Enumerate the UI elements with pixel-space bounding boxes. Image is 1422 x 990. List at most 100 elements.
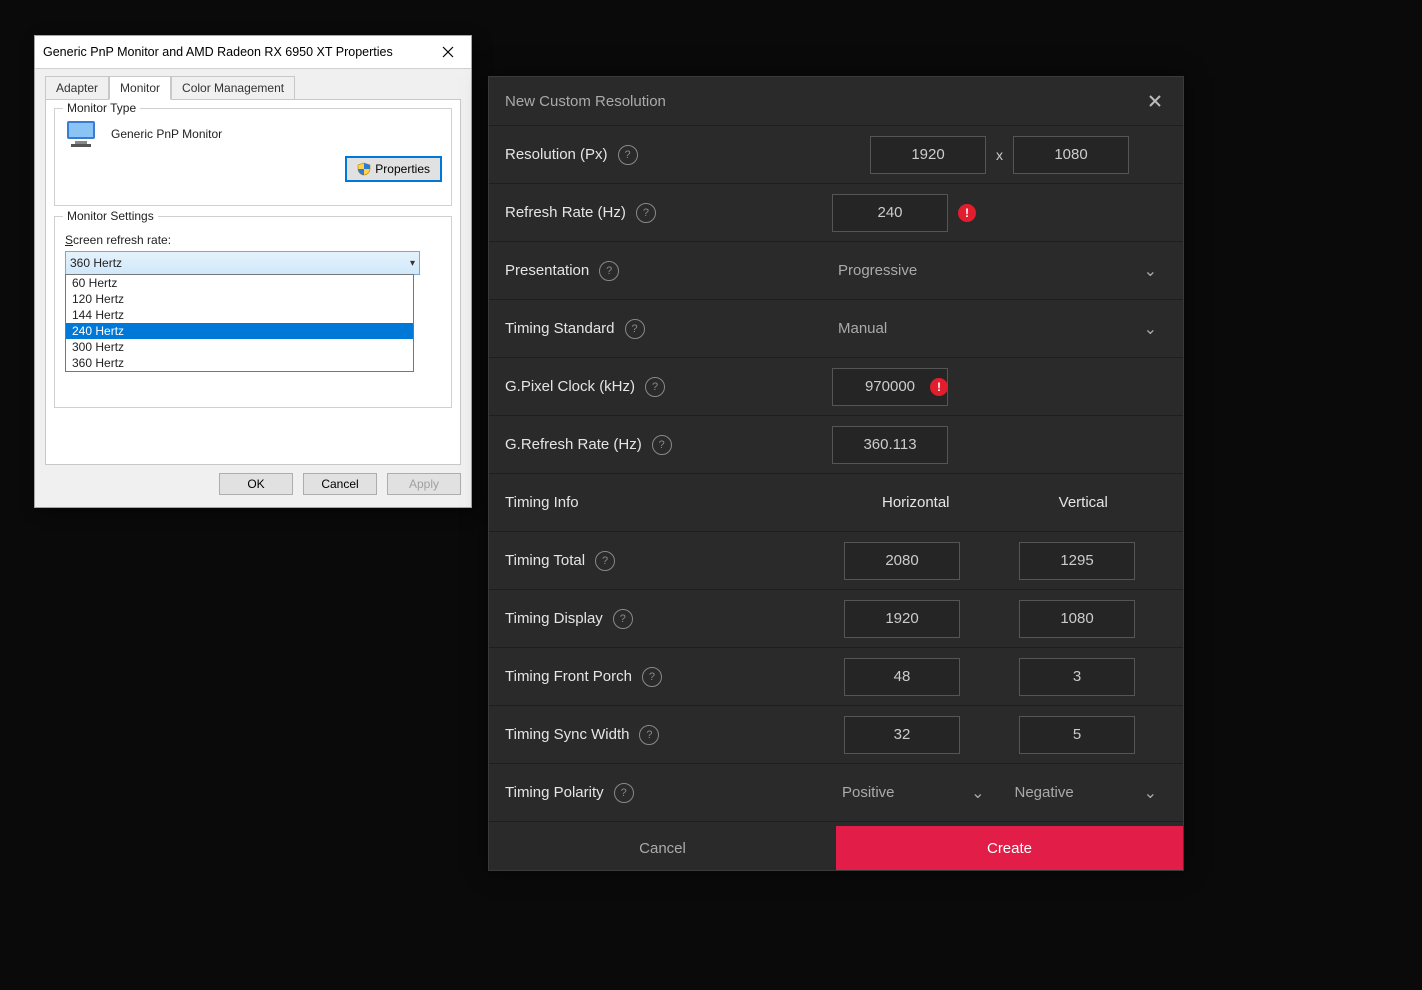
panel-cancel-button[interactable]: Cancel [489, 826, 836, 870]
chevron-down-icon: ⌄ [1144, 783, 1157, 803]
column-horizontal-label: Horizontal [832, 494, 1000, 511]
help-icon[interactable]: ? [618, 145, 638, 165]
row-resolution: Resolution (Px) ? x [489, 126, 1183, 184]
refresh-option-60[interactable]: 60 Hertz [66, 275, 413, 291]
timing-total-label: Timing Total [505, 552, 585, 569]
refresh-rate-input[interactable] [832, 194, 948, 232]
monitor-properties-button[interactable]: Properties [346, 157, 441, 181]
panel-close-button[interactable] [1143, 89, 1167, 113]
row-timing-polarity: Timing Polarity ? Positive ⌄ Negative ⌄ [489, 764, 1183, 822]
warning-icon: ! [930, 378, 948, 396]
help-icon[interactable]: ? [639, 725, 659, 745]
refresh-option-300[interactable]: 300 Hertz [66, 339, 413, 355]
presentation-label: Presentation [505, 262, 589, 279]
refresh-option-120[interactable]: 120 Hertz [66, 291, 413, 307]
properties-button-label: Properties [375, 162, 430, 176]
dialog-buttons: OK Cancel Apply [35, 465, 471, 507]
timing-total-h-input[interactable] [844, 542, 960, 580]
ok-button[interactable]: OK [219, 473, 293, 495]
close-button[interactable] [425, 36, 471, 68]
chevron-down-icon: ⌄ [1144, 319, 1157, 339]
chevron-down-icon: ⌄ [971, 783, 984, 803]
refresh-option-144[interactable]: 144 Hertz [66, 307, 413, 323]
g-refresh-rate-input[interactable] [832, 426, 948, 464]
refresh-option-240[interactable]: 240 Hertz [66, 323, 413, 339]
help-icon[interactable]: ? [636, 203, 656, 223]
monitor-type-legend: Monitor Type [63, 101, 140, 115]
row-timing-front-porch: Timing Front Porch ? [489, 648, 1183, 706]
row-timing-sync-width: Timing Sync Width ? [489, 706, 1183, 764]
timing-sync-width-label: Timing Sync Width [505, 726, 629, 743]
help-icon[interactable]: ? [625, 319, 645, 339]
presentation-value: Progressive [838, 262, 917, 279]
timing-front-porch-label: Timing Front Porch [505, 668, 632, 685]
panel-title: New Custom Resolution [505, 93, 666, 110]
panel-create-button[interactable]: Create [836, 826, 1183, 870]
monitor-settings-group: Monitor Settings Screen refresh rate: 36… [54, 216, 452, 408]
help-icon[interactable]: ? [614, 783, 634, 803]
timing-sync-width-h-input[interactable] [844, 716, 960, 754]
timing-standard-select[interactable]: Manual ⌄ [832, 319, 1167, 339]
monitor-icon [65, 119, 101, 149]
close-icon [1148, 94, 1162, 108]
timing-display-v-input[interactable] [1019, 600, 1135, 638]
refresh-rate-dropdown: 60 Hertz 120 Hertz 144 Hertz 240 Hertz 3… [65, 274, 414, 372]
monitor-type-group: Monitor Type Generic PnP Monitor [54, 108, 452, 206]
column-vertical-label: Vertical [1000, 494, 1168, 511]
timing-standard-value: Manual [838, 320, 887, 337]
dialog-titlebar[interactable]: Generic PnP Monitor and AMD Radeon RX 69… [35, 36, 471, 69]
timing-polarity-label: Timing Polarity [505, 784, 604, 801]
dialog-title: Generic PnP Monitor and AMD Radeon RX 69… [43, 45, 425, 59]
row-presentation: Presentation ? Progressive ⌄ [489, 242, 1183, 300]
timing-info-label: Timing Info [505, 494, 579, 511]
help-icon[interactable]: ? [613, 609, 633, 629]
warning-icon: ! [958, 204, 976, 222]
timing-polarity-v-select[interactable]: Negative ⌄ [1005, 764, 1168, 821]
panel-footer: Cancel Create [489, 826, 1183, 870]
dialog-tabs: Adapter Monitor Color Management [35, 69, 471, 99]
monitor-name: Generic PnP Monitor [111, 127, 222, 141]
pixel-clock-label: G.Pixel Clock (kHz) [505, 378, 635, 395]
row-timing-display: Timing Display ? [489, 590, 1183, 648]
panel-rows: Resolution (Px) ? x Refresh Rate (Hz) ? … [489, 126, 1183, 826]
timing-display-h-input[interactable] [844, 600, 960, 638]
row-pixel-clock: G.Pixel Clock (kHz) ? ! [489, 358, 1183, 416]
tab-color-management[interactable]: Color Management [171, 76, 295, 100]
help-icon[interactable]: ? [645, 377, 665, 397]
chevron-down-icon: ⌄ [1144, 261, 1157, 281]
timing-polarity-h-select[interactable]: Positive ⌄ [832, 764, 995, 821]
refresh-rate-label: Refresh Rate (Hz) [505, 204, 626, 221]
help-icon[interactable]: ? [642, 667, 662, 687]
timing-front-porch-h-input[interactable] [844, 658, 960, 696]
row-timing-standard: Timing Standard ? Manual ⌄ [489, 300, 1183, 358]
timing-total-v-input[interactable] [1019, 542, 1135, 580]
presentation-select[interactable]: Progressive ⌄ [832, 261, 1167, 281]
resolution-separator: x [996, 147, 1003, 163]
apply-button: Apply [387, 473, 461, 495]
help-icon[interactable]: ? [599, 261, 619, 281]
g-refresh-rate-label: G.Refresh Rate (Hz) [505, 436, 642, 453]
chevron-down-icon: ▾ [410, 258, 415, 269]
timing-polarity-v-value: Negative [1015, 784, 1074, 801]
resolution-height-input[interactable] [1013, 136, 1129, 174]
row-timing-info-header: Timing Info Horizontal Vertical [489, 474, 1183, 532]
timing-front-porch-v-input[interactable] [1019, 658, 1135, 696]
tab-adapter[interactable]: Adapter [45, 76, 109, 100]
custom-resolution-panel: New Custom Resolution Resolution (Px) ? … [488, 76, 1184, 871]
help-icon[interactable]: ? [652, 435, 672, 455]
cancel-button[interactable]: Cancel [303, 473, 377, 495]
refresh-rate-label: Screen refresh rate: [65, 233, 441, 247]
help-icon[interactable]: ? [595, 551, 615, 571]
timing-sync-width-v-input[interactable] [1019, 716, 1135, 754]
timing-display-label: Timing Display [505, 610, 603, 627]
refresh-rate-combobox[interactable]: 360 Hertz ▾ 60 Hertz 120 Hertz 144 Hertz… [65, 251, 420, 275]
resolution-label: Resolution (Px) [505, 146, 608, 163]
timing-standard-label: Timing Standard [505, 320, 615, 337]
refresh-rate-selected: 360 Hertz [70, 256, 122, 270]
refresh-option-360[interactable]: 360 Hertz [66, 355, 413, 371]
row-g-refresh-rate: G.Refresh Rate (Hz) ? [489, 416, 1183, 474]
close-icon [442, 46, 454, 58]
resolution-width-input[interactable] [870, 136, 986, 174]
monitor-settings-legend: Monitor Settings [63, 209, 158, 223]
tab-monitor[interactable]: Monitor [109, 76, 171, 100]
